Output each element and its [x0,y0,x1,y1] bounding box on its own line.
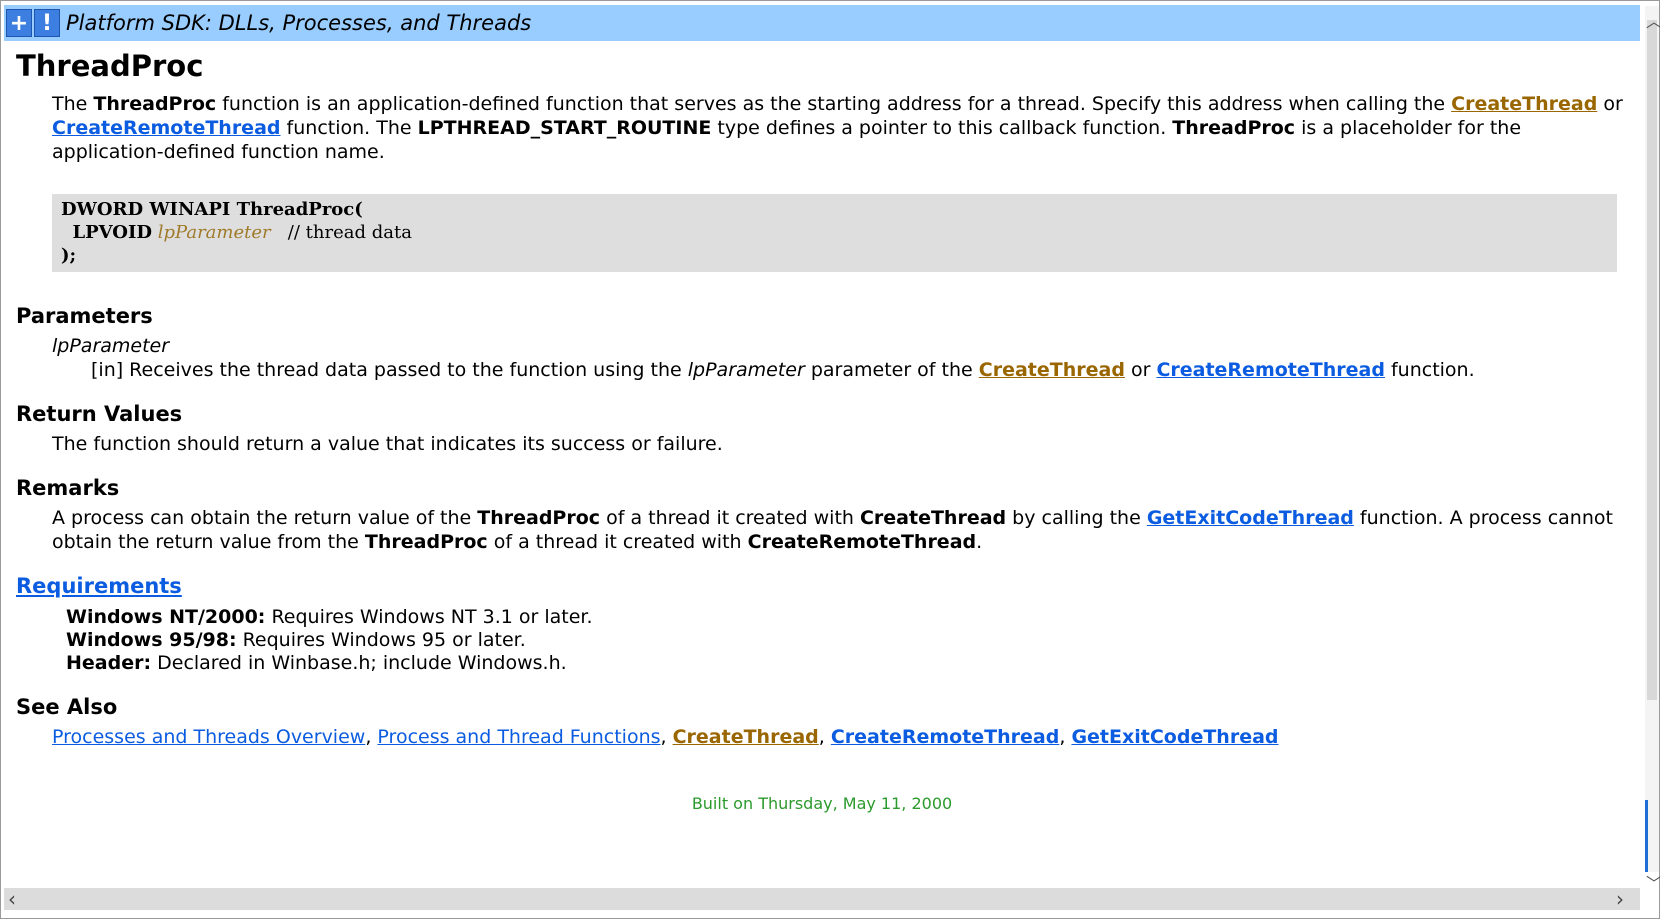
intro-bold-threadproc: ThreadProc [93,93,217,115]
req-nt-label: Windows NT/2000: [66,606,266,628]
separator: , [1059,726,1072,748]
link-createthread[interactable]: CreateThread [673,726,819,748]
param-text: function. [1384,359,1475,381]
remarks-bold: CreateRemoteThread [747,531,977,553]
topic-title-bar: + ! Platform SDK: DLLs, Processes, and T… [4,5,1640,41]
expand-plus-icon[interactable]: + [6,9,32,37]
horizontal-scrollbar[interactable] [4,888,1640,910]
req-9x-text: Requires Windows 95 or later. [236,629,526,651]
scroll-up-icon[interactable]: ︿ [1646,8,1660,32]
scroll-right-icon[interactable]: › [1616,888,1624,910]
requirements-list: Windows NT/2000: Requires Windows NT 3.1… [66,606,1628,675]
code-comment: // thread data [287,222,412,243]
param-text: [in] Receives the thread data passed to … [91,359,688,381]
code-signature: DWORD WINAPI ThreadProc( [61,199,363,220]
syntax-code-block: DWORD WINAPI ThreadProc( LPVOID lpParame… [52,194,1617,272]
intro-text: The [52,93,94,115]
req-nt: Windows NT/2000: Requires Windows NT 3.1… [66,606,1628,629]
code-close: ); [61,245,77,266]
see-also-heading: See Also [16,695,118,719]
remarks-bold: ThreadProc [364,531,488,553]
param-text: or [1124,359,1157,381]
intro-text: or [1597,93,1623,115]
link-processes-overview[interactable]: Processes and Threads Overview [52,726,365,748]
vertical-scroll-thumb[interactable] [1647,20,1657,700]
build-footer: Built on Thursday, May 11, 2000 [691,794,953,813]
separator: , [818,726,831,748]
remarks-bold: ThreadProc [477,507,601,529]
info-exclamation-icon[interactable]: ! [34,9,60,37]
req-nt-text: Requires Windows NT 3.1 or later. [265,606,593,628]
see-also-links: Processes and Threads Overview, Process … [52,725,1628,749]
req-header-label: Header: [66,652,152,674]
link-createthread[interactable]: CreateThread [1451,93,1597,115]
page-title: ThreadProc [16,49,204,83]
document-content: ThreadProc The ThreadProc function is an… [16,44,1628,886]
return-values-heading: Return Values [16,402,183,426]
separator: , [660,726,673,748]
remarks-span: by calling the [1006,507,1147,529]
req-header-text: Declared in Winbase.h; include Windows.h… [151,652,567,674]
req-header: Header: Declared in Winbase.h; include W… [66,652,1628,675]
code-line-1: DWORD WINAPI ThreadProc( [61,198,1608,221]
return-values-section: Return Values The function should return… [16,400,1628,456]
scroll-down-icon[interactable]: ﹀ [1646,870,1660,894]
link-createremotethread[interactable]: CreateRemoteThread [52,117,281,139]
code-line-3: ); [61,244,1608,267]
scroll-left-icon[interactable]: ‹ [8,888,16,910]
remarks-heading: Remarks [16,476,120,500]
code-line-2: LPVOID lpParameter // thread data [61,221,1608,244]
remarks-span: of a thread it created with [487,531,748,553]
intro-text: type defines a pointer to this callback … [711,117,1173,139]
param-italic: lpParameter [687,359,805,381]
parameters-section: Parameters lpParameter [in] Receives the… [16,302,1628,382]
see-also-section: See Also Processes and Threads Overview,… [16,693,1628,749]
link-getexitcodethread[interactable]: GetExitCodeThread [1147,507,1354,529]
remarks-span: . [976,531,983,553]
link-createremotethread[interactable]: CreateRemoteThread [1156,359,1385,381]
intro-paragraph: The ThreadProc function is an applicatio… [52,92,1628,164]
req-9x-label: Windows 95/98: [66,629,237,651]
code-param: lpParameter [157,222,271,243]
requirements-link[interactable]: Requirements [16,574,182,598]
topic-title: Platform SDK: DLLs, Processes, and Threa… [66,11,532,35]
intro-text: function. The [280,117,418,139]
link-getexitcodethread[interactable]: GetExitCodeThread [1071,726,1278,748]
vertical-scroll-indicator [1645,800,1659,872]
remarks-bold: CreateThread [859,507,1007,529]
remarks-span: of a thread it created with [600,507,860,529]
remarks-text: A process can obtain the return value of… [52,506,1628,554]
remarks-span: A process can obtain the return value of… [52,507,478,529]
link-process-functions[interactable]: Process and Thread Functions [377,726,660,748]
req-9x: Windows 95/98: Requires Windows 95 or la… [66,629,1628,652]
param-text: parameter of the [804,359,979,381]
intro-bold-threadproc: ThreadProc [1172,117,1296,139]
intro-text: function is an application-defined funct… [216,93,1452,115]
code-type: LPVOID [72,222,153,243]
requirements-section: Requirements Windows NT/2000: Requires W… [16,572,1628,675]
link-createthread[interactable]: CreateThread [979,359,1125,381]
return-values-text: The function should return a value that … [52,433,723,455]
parameters-heading: Parameters [16,304,153,328]
remarks-section: Remarks A process can obtain the return … [16,474,1628,554]
separator: , [365,726,378,748]
param-description: [in] Receives the thread data passed to … [91,358,1628,382]
link-createremotethread[interactable]: CreateRemoteThread [831,726,1060,748]
intro-bold-typedef: LPTHREAD_START_ROUTINE [417,117,712,139]
param-term: lpParameter [52,335,170,357]
